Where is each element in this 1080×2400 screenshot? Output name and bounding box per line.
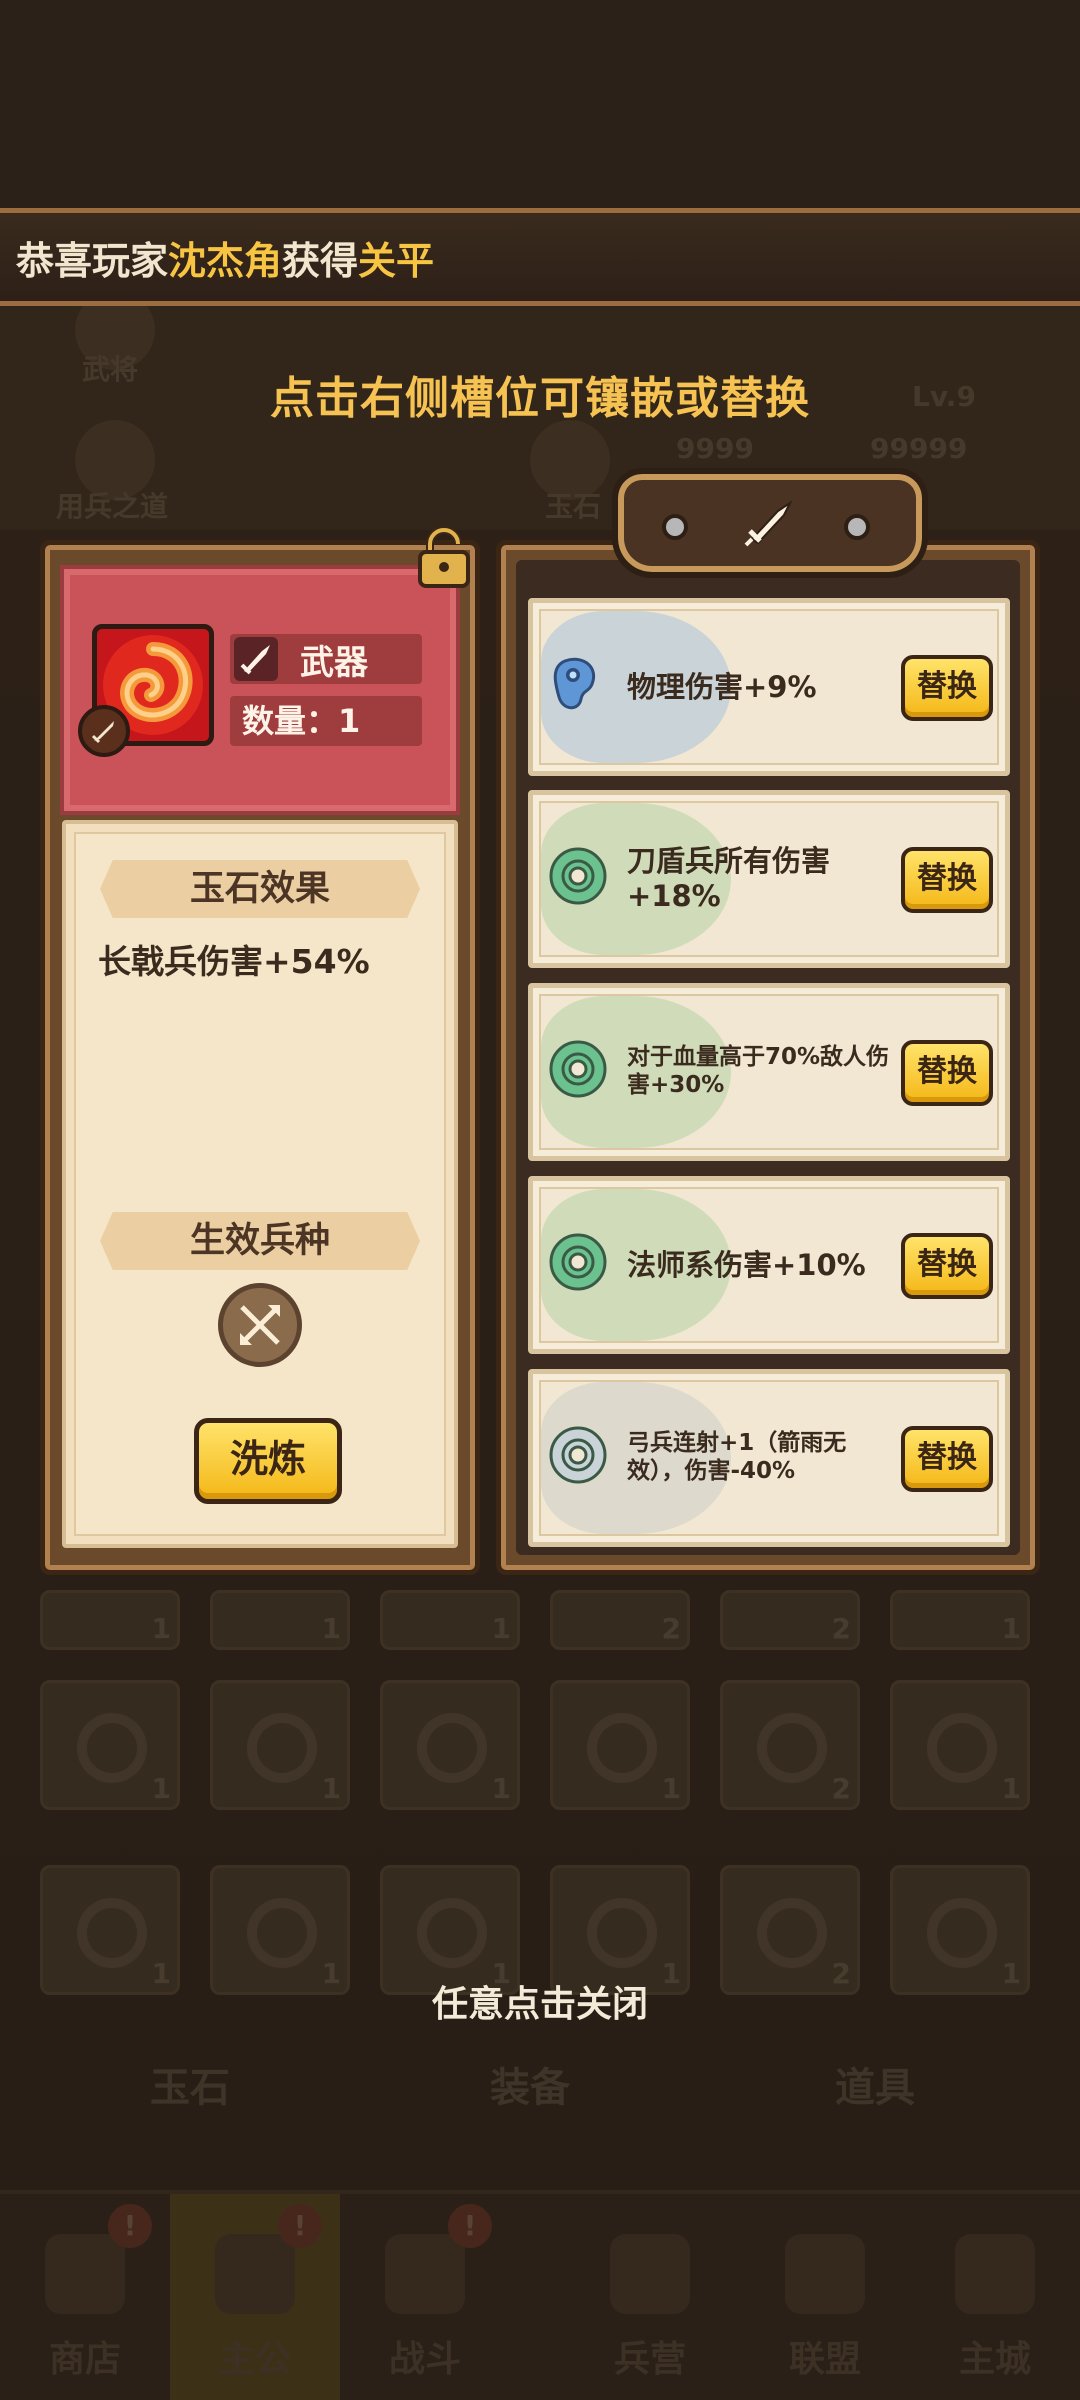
attribute-row: 物理伤害+9% 替换 (528, 598, 1010, 776)
rivet-icon (662, 514, 688, 540)
refine-button[interactable]: 洗炼 (194, 1418, 342, 1504)
disc-jade-icon (549, 1233, 607, 1291)
rivet-icon (844, 514, 870, 540)
jade-quantity: 数量：1 (230, 696, 422, 746)
attribute-text: 弓兵连射+1（箭雨无效），伤害-40% (627, 1430, 847, 1484)
disc-jade-icon (549, 1426, 607, 1484)
disc-jade-icon (549, 1040, 607, 1098)
attribute-text: 法师系伤害+10% (627, 1247, 866, 1282)
unlock-icon[interactable] (412, 526, 476, 590)
jade-type: 武器 (230, 634, 422, 684)
replace-button[interactable]: 替换 (901, 655, 993, 721)
attribute-row: 法师系伤害+10% 替换 (528, 1176, 1010, 1354)
banner-item-name: 关平 (358, 238, 435, 283)
halberd-unit-icon (218, 1283, 302, 1367)
effect-text: 长戟兵伤害+54% (98, 942, 370, 981)
replace-button[interactable]: 替换 (901, 847, 993, 913)
attribute-text: 对于血量高于70%敌人伤害+30% (627, 1044, 890, 1098)
close-hint: 任意点击关闭 (431, 1984, 648, 2025)
attribute-row: 对于血量高于70%敌人伤害+30% 替换 (528, 983, 1010, 1161)
attribute-text: 刀盾兵所有伤害+18% (627, 844, 831, 913)
replace-button[interactable]: 替换 (901, 1233, 993, 1299)
attribute-text: 物理伤害+9% (627, 669, 817, 704)
weapon-slot-plaque (612, 468, 928, 578)
slot-hint: 点击右侧槽位可镶嵌或替换 (270, 373, 810, 424)
announcement-banner: 恭喜玩家 沈杰角 获得 关平 (0, 208, 1080, 306)
attribute-row: 刀盾兵所有伤害+18% 替换 (528, 790, 1010, 968)
sword-icon (234, 637, 278, 681)
banner-middle: 获得 (282, 238, 359, 283)
replace-button[interactable]: 替换 (901, 1040, 993, 1106)
banner-player-name: 沈杰角 (168, 238, 283, 283)
effect-title: 玉石效果 (100, 860, 420, 918)
banner-prefix: 恭喜玩家 (16, 238, 169, 283)
attribute-row: 弓兵连射+1（箭雨无效），伤害-40% 替换 (528, 1369, 1010, 1547)
jade-type-label: 武器 (300, 642, 368, 683)
unit-title: 生效兵种 (100, 1212, 420, 1270)
bean-jade-icon (553, 657, 596, 710)
sword-icon (744, 500, 793, 547)
disc-jade-icon (549, 847, 607, 905)
sword-badge-icon (78, 705, 130, 757)
replace-button[interactable]: 替换 (901, 1426, 993, 1492)
